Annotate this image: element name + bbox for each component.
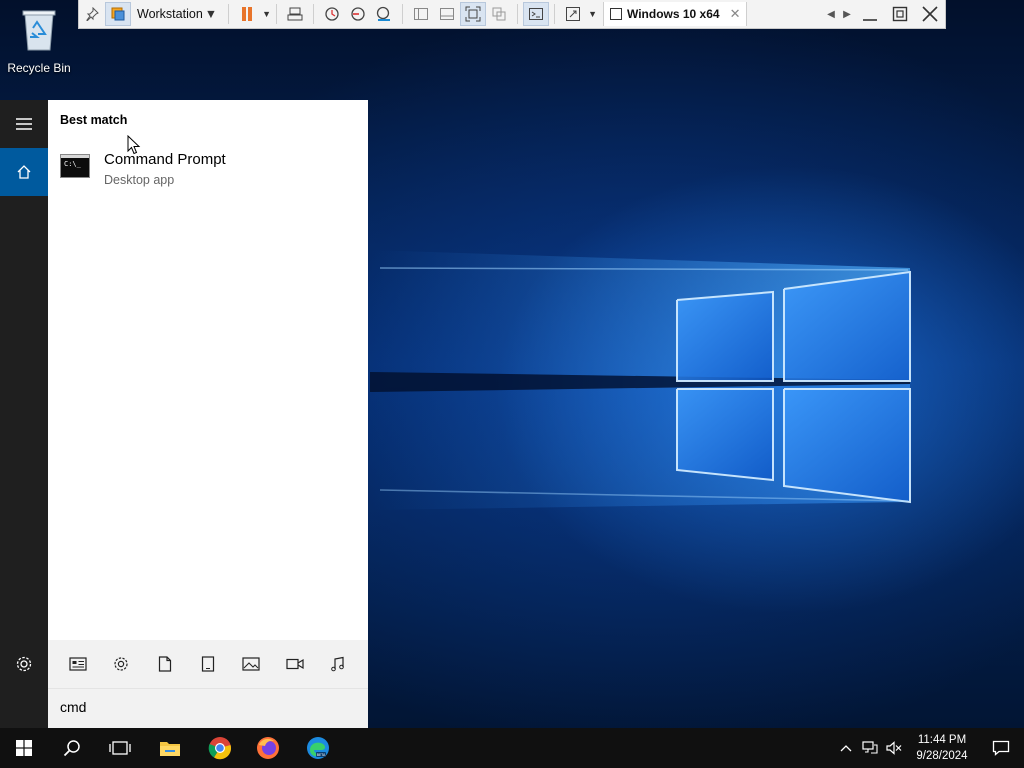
show-hidden-icons-chevron-up-icon[interactable]: [834, 728, 858, 768]
search-results-panel: Best match C:\_ Command Prompt Desktop a…: [48, 100, 368, 728]
library-icon[interactable]: [105, 2, 131, 26]
result-command-prompt[interactable]: C:\_ Command Prompt Desktop app: [48, 148, 368, 194]
toolbar-divider: [402, 4, 404, 24]
edge-beta-icon[interactable]: BETA: [294, 728, 342, 768]
search-icon[interactable]: [48, 728, 96, 768]
command-prompt-icon: C:\_: [60, 154, 90, 178]
toolbar-divider: [276, 4, 278, 24]
revert-snapshot-icon[interactable]: [345, 2, 371, 26]
snapshot-icon[interactable]: [319, 2, 345, 26]
stretch-menu-chevron-icon[interactable]: ▼: [588, 9, 597, 19]
svg-text:BETA: BETA: [317, 753, 326, 757]
command-prompt-icon-text: C:\_: [64, 160, 81, 168]
taskbar-clock[interactable]: 11:44 PM 9/28/2024: [906, 732, 978, 764]
search-input[interactable]: [60, 699, 350, 715]
pin-icon[interactable]: [79, 2, 105, 26]
minimize-icon[interactable]: [855, 0, 885, 28]
videos-filter-icon[interactable]: [278, 647, 312, 681]
workstation-menu[interactable]: Workstation ▼: [131, 2, 223, 26]
system-tray: 11:44 PM 9/28/2024: [834, 728, 1024, 768]
toolbar-divider: [554, 4, 556, 24]
vmware-toolbar: Workstation ▼ ▼ ▼ Windows 10 x64 ✕ ◀ ▶: [78, 0, 946, 29]
task-view-icon[interactable]: [96, 728, 144, 768]
restore-icon[interactable]: [885, 0, 915, 28]
close-tab-icon[interactable]: ✕: [730, 6, 741, 22]
chevron-down-icon: ▼: [204, 7, 218, 21]
pause-menu-chevron-icon[interactable]: ▼: [262, 9, 271, 19]
stretch-icon[interactable]: [560, 2, 586, 26]
pause-icon[interactable]: [234, 2, 260, 26]
search-filter-bar: [48, 640, 368, 688]
vm-tab-label: Windows 10 x64: [626, 7, 720, 21]
console-icon[interactable]: [523, 2, 550, 26]
taskbar: BETA 11:44 PM 9/28/2024: [0, 728, 1024, 768]
snapshot-manager-icon[interactable]: [371, 2, 397, 26]
thumbnail-icon[interactable]: [434, 2, 460, 26]
result-title: Command Prompt: [104, 151, 226, 168]
full-screen-icon[interactable]: [460, 2, 487, 26]
volume-muted-icon[interactable]: [882, 728, 906, 768]
toolbar-divider: [313, 4, 315, 24]
documents-filter-icon[interactable]: [148, 647, 182, 681]
menu-hamburger-icon[interactable]: [0, 100, 48, 148]
apps-filter-icon[interactable]: [61, 647, 95, 681]
chrome-icon[interactable]: [196, 728, 244, 768]
music-filter-icon[interactable]: [321, 647, 355, 681]
mouse-cursor-icon: [127, 135, 141, 155]
toolbar-divider: [228, 4, 230, 24]
recycle-bin-icon: [22, 10, 56, 51]
tablet-filter-icon[interactable]: [191, 647, 225, 681]
search-box[interactable]: [48, 688, 368, 728]
close-icon[interactable]: [915, 0, 945, 28]
file-explorer-icon[interactable]: [146, 728, 194, 768]
start-icon[interactable]: [0, 728, 48, 768]
best-match-heading: Best match: [60, 113, 128, 127]
settings-gear-icon[interactable]: [0, 640, 48, 688]
result-subtitle: Desktop app: [104, 173, 175, 187]
clock-time: 11:44 PM: [917, 734, 967, 746]
network-icon[interactable]: [858, 728, 882, 768]
photos-filter-icon[interactable]: [234, 647, 268, 681]
clock-date: 9/28/2024: [916, 750, 968, 762]
toolbar-divider: [517, 4, 519, 24]
home-icon[interactable]: [0, 148, 48, 196]
settings-filter-icon[interactable]: [104, 647, 138, 681]
workstation-label: Workstation: [137, 7, 203, 21]
firefox-icon[interactable]: [244, 728, 292, 768]
recycle-bin[interactable]: Recycle Bin: [4, 6, 74, 75]
vm-tab-icon: [609, 8, 622, 20]
unity-icon[interactable]: [486, 2, 512, 26]
start-menu-rail: [0, 100, 48, 728]
scroll-right-icon[interactable]: ▶: [839, 2, 855, 26]
vm-tab[interactable]: Windows 10 x64 ✕: [602, 2, 748, 26]
show-library-icon[interactable]: [408, 2, 434, 26]
recycle-bin-label: Recycle Bin: [7, 61, 71, 75]
scroll-left-icon[interactable]: ◀: [823, 2, 839, 26]
action-center-icon[interactable]: [978, 728, 1024, 768]
send-ctrl-alt-del-icon[interactable]: [282, 2, 308, 26]
